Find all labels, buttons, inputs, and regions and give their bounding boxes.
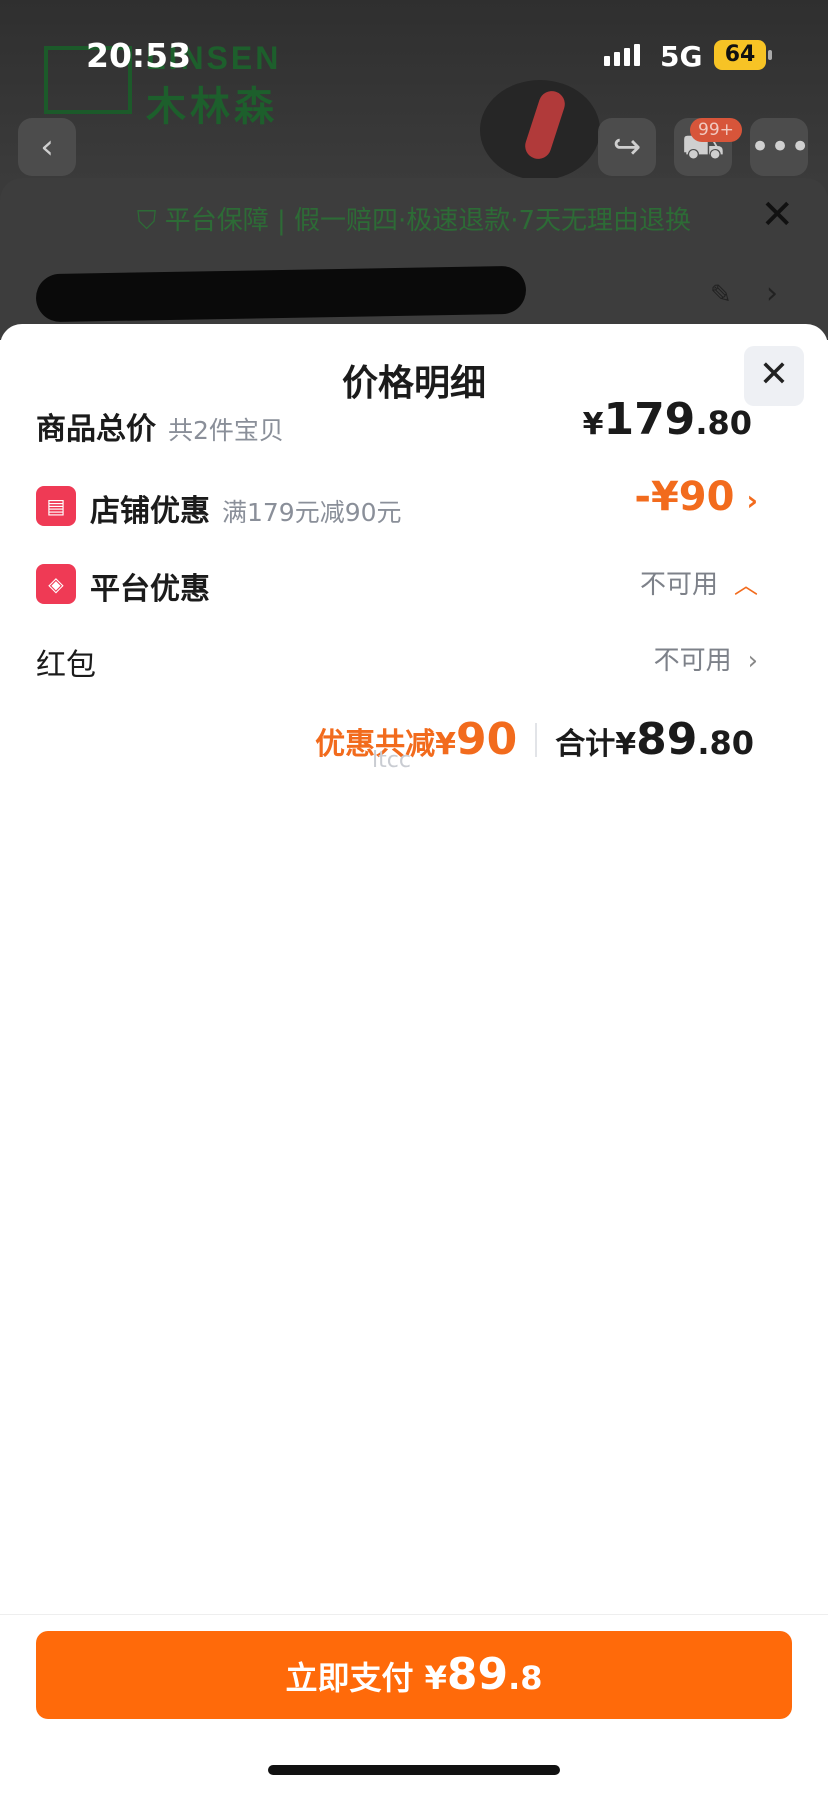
redacted-address <box>35 265 527 323</box>
tag-icon: ◈ <box>36 564 76 604</box>
grand-total-decimal: .80 <box>697 724 754 762</box>
price-detail-sheet: 价格明细 ✕ 商品总价 共2件宝贝 ¥179.80 ▤ 店铺优惠 满179元减90元… <box>0 324 828 1792</box>
pay-now-button[interactable]: 立即支付 ¥89.8 <box>36 1631 792 1719</box>
background-page: LINSEN 木林森 20:53 5G 64 ‹ ↪ ⛟ 99+ ••• ⛉ 平… <box>0 0 828 340</box>
battery-tip <box>768 50 772 60</box>
shield-icon: ⛉ <box>136 206 165 236</box>
edit-icon[interactable]: ✎ <box>710 280 732 310</box>
total-price-label-text: 商品总价 <box>36 412 156 447</box>
item-count: 共2件宝贝 <box>168 416 284 445</box>
cart-badge: 99+ <box>690 118 742 142</box>
red-packet-status: 不可用 › <box>654 640 758 677</box>
red-packet-label: 红包 <box>36 648 96 683</box>
guarantee-close-button[interactable]: ✕ <box>760 192 794 238</box>
battery-icon: 64 <box>714 40 766 70</box>
summary-divider <box>535 722 538 757</box>
shop-discount-rule: 满179元减90元 <box>222 498 402 527</box>
row-shop-discount[interactable]: ▤ 店铺优惠 满179元减90元 -¥90 › <box>36 474 792 534</box>
price-integer: 179 <box>603 394 696 445</box>
back-icon: ‹ <box>40 127 54 167</box>
guarantee-panel: ⛉ 平台保障 | 假一赔四·极速退款·7天无理由退换 ✕ ✎ › <box>0 178 828 340</box>
chevron-right-icon: › <box>746 484 758 517</box>
total-price-label: 商品总价 共2件宝贝 <box>36 404 284 448</box>
row-red-packet[interactable]: 红包 不可用 › <box>36 628 792 688</box>
row-total-price: 商品总价 共2件宝贝 ¥179.80 <box>36 392 792 452</box>
grand-total-integer: 89 <box>636 714 698 765</box>
chevron-up-icon: ︿ <box>734 571 758 599</box>
total-price-value: ¥179.80 <box>583 394 752 445</box>
row-platform-discount[interactable]: ◈ 平台优惠 不可用 ︿ <box>36 552 792 612</box>
currency-symbol: ¥ <box>582 407 604 442</box>
more-button[interactable]: ••• <box>750 118 811 176</box>
bottom-bar: 立即支付 ¥89.8 <box>0 1614 828 1793</box>
guarantee-text: ⛉ 平台保障 | 假一赔四·极速退款·7天无理由退换 <box>0 200 828 237</box>
pay-amount-decimal: .8 <box>508 1659 543 1697</box>
share-button[interactable]: ↪ <box>598 118 656 176</box>
platform-discount-status: 不可用 ︿ <box>640 564 758 601</box>
chevron-right-icon: › <box>747 646 758 676</box>
total-discount: 优惠共减¥90 <box>315 714 517 765</box>
grand-total: 合计¥89.80 <box>555 714 754 765</box>
pay-amount-integer: 89 <box>446 1649 509 1700</box>
back-button[interactable]: ‹ <box>18 118 76 176</box>
pay-button-label: 立即支付 ¥ <box>285 1659 447 1697</box>
network-type: 5G <box>660 40 703 73</box>
guarantee-label: 平台保障 | 假一赔四·极速退款·7天无理由退换 <box>164 206 692 236</box>
price-decimal: .80 <box>695 404 752 442</box>
close-icon: ✕ <box>760 192 794 238</box>
more-icon: ••• <box>750 127 811 167</box>
total-discount-value: 90 <box>455 714 518 765</box>
platform-discount-label: 平台优惠 <box>90 572 210 607</box>
shop-discount-label-text: 店铺优惠 <box>90 494 210 529</box>
signal-icon <box>604 44 640 66</box>
watermark: ltcc <box>372 748 411 773</box>
close-icon: ✕ <box>758 354 790 395</box>
share-icon: ↪ <box>612 127 642 167</box>
red-packet-status-text: 不可用 <box>653 646 732 676</box>
platform-status-text: 不可用 <box>639 570 718 600</box>
home-indicator[interactable] <box>268 1765 560 1775</box>
status-time: 20:53 <box>86 36 192 75</box>
chevron-right-icon: › <box>766 276 778 311</box>
shop-discount-value: -¥90 › <box>634 474 758 520</box>
shop-discount-amount: -¥90 <box>634 474 735 520</box>
status-bar: 20:53 5G 64 <box>0 0 828 110</box>
shop-discount-label: 店铺优惠 满179元减90元 <box>90 486 402 530</box>
grand-total-label: 合计¥ <box>555 727 637 762</box>
store-icon: ▤ <box>36 486 76 526</box>
